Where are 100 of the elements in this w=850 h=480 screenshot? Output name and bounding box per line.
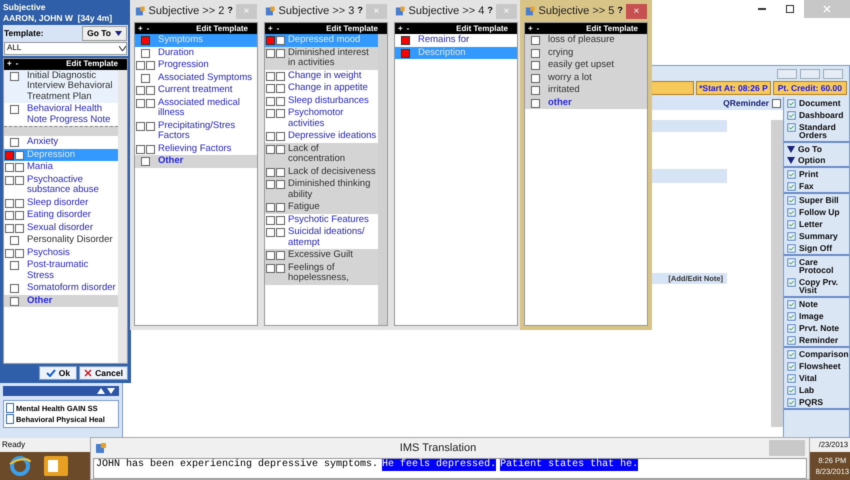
checkbox[interactable] [266,180,275,189]
checkbox[interactable] [276,96,285,106]
checkbox[interactable] [10,138,19,148]
checkbox[interactable] [5,224,14,233]
checkbox[interactable] [276,72,285,80]
help-button[interactable]: ? [617,4,623,18]
template-row[interactable]: Current treatment [135,84,257,96]
help-button[interactable]: ? [487,4,493,18]
collapse-label[interactable]: - [406,23,410,34]
sidebar-button[interactable]: Flowsheet [784,360,849,372]
checkbox[interactable] [531,98,540,108]
checkbox[interactable] [266,216,275,224]
template-row[interactable]: Sleep disturbances [265,94,378,107]
checkbox[interactable] [5,211,14,220]
ok-button[interactable]: Ok [38,366,78,380]
template-row[interactable]: Fatigue [265,201,378,214]
template-row[interactable]: Suicidal ideations/ attempt [265,226,378,249]
template-row[interactable]: irritated [525,84,647,96]
down-arrow-icon[interactable] [107,388,115,394]
checkbox[interactable] [276,180,285,189]
expand-label[interactable]: + [398,23,403,34]
checkbox[interactable] [5,176,14,185]
checkbox[interactable] [266,132,275,141]
checkbox[interactable] [266,251,275,260]
checkbox[interactable] [276,251,285,260]
checkbox[interactable] [15,224,24,233]
checkbox[interactable] [141,36,150,45]
template-row[interactable]: Change in weight [265,70,378,82]
template-row[interactable]: Precipitating/Stres Factors [135,120,257,142]
sidebar-button[interactable]: Dashboard [784,109,849,121]
template-row[interactable]: Sexual disorder [4,222,118,234]
sidebar-button[interactable]: Follow Up [784,206,849,218]
checkbox[interactable] [401,36,410,45]
template-row[interactable]: Duration [135,46,257,59]
checkbox[interactable] [266,72,275,80]
checkbox[interactable] [146,144,155,154]
sidebar-button[interactable]: PQRS [784,396,849,408]
sidebar-button[interactable]: Letter [784,218,849,230]
checkbox[interactable] [266,36,275,45]
sidebar-button[interactable]: Fax [784,180,849,192]
scrollbar[interactable] [771,120,783,427]
template-row[interactable]: easily get upset [525,59,647,72]
checkbox[interactable] [276,144,285,154]
checkbox[interactable] [136,98,145,108]
checkbox[interactable] [15,198,24,208]
browser-icon[interactable] [8,455,32,477]
sidebar-button[interactable]: Option [784,154,849,166]
template-row[interactable]: Post-traumatic Stress [4,259,118,282]
template-row[interactable]: Change in appetite [265,82,378,94]
sidebar-button[interactable]: Lab [784,384,849,396]
template-row[interactable]: Lack of concentration [265,142,378,166]
template-row[interactable]: Lack of decisiveness [265,166,378,178]
template-row[interactable]: other [525,96,647,109]
checkbox[interactable] [531,74,540,82]
checkbox[interactable] [266,203,275,212]
template-row[interactable]: Progression [135,59,257,72]
template-row[interactable]: Psychotic Features [265,214,378,226]
template-row[interactable]: Somatoform disorder [4,282,118,295]
checkbox[interactable] [266,96,275,106]
checkbox[interactable] [136,122,145,130]
checkbox[interactable] [10,105,19,114]
collapse-label[interactable]: - [276,23,280,34]
template-row[interactable]: Anxiety [4,136,118,149]
checkbox[interactable] [141,48,150,58]
scrollbar[interactable] [378,34,387,325]
collapse-label[interactable]: - [146,23,150,34]
checkbox[interactable] [276,84,285,93]
template-row[interactable]: Associated medical illness [135,96,257,120]
checkbox[interactable] [146,122,155,130]
sidebar-button[interactable]: Note [784,298,849,310]
template-row[interactable]: Other [4,294,118,308]
checkbox[interactable] [5,163,14,172]
template-row[interactable]: Personality Disorder [4,234,118,247]
sidebar-button[interactable]: Summary [784,230,849,242]
sidebar-button[interactable]: Reminder [784,334,849,346]
sidebar-button[interactable]: Care Protocol [784,256,849,276]
checkbox[interactable] [15,163,24,172]
sidebar-button[interactable]: Copy Prv. Visit [784,276,849,296]
checkbox[interactable] [10,236,19,246]
checkbox[interactable] [772,99,781,108]
checkbox[interactable] [276,264,285,272]
sidebar-button[interactable]: Vital [784,372,849,384]
template-row[interactable]: Excessive Guilt [265,249,378,262]
template-row[interactable]: loss of pleasure [525,34,647,46]
template-row[interactable]: Other [135,155,257,168]
edit-template-label[interactable]: Edit Template [456,23,508,34]
checkbox[interactable] [15,150,24,160]
sidebar-button[interactable]: Image [784,310,849,322]
expand-label[interactable]: + [7,58,12,70]
checkbox[interactable] [136,61,145,70]
template-row[interactable]: Remains for [395,34,517,46]
edit-template-label[interactable]: Edit Template [586,23,638,34]
checkbox[interactable] [531,61,540,70]
help-button[interactable]: ? [357,4,363,18]
expand-label[interactable]: + [138,23,143,34]
collapse-label[interactable]: - [16,58,18,70]
checkbox[interactable] [15,248,24,258]
cancel-button[interactable]: Cancel [79,366,128,380]
template-row[interactable]: worry a lot [525,72,647,84]
edit-template-label[interactable]: Edit Template [66,58,118,70]
